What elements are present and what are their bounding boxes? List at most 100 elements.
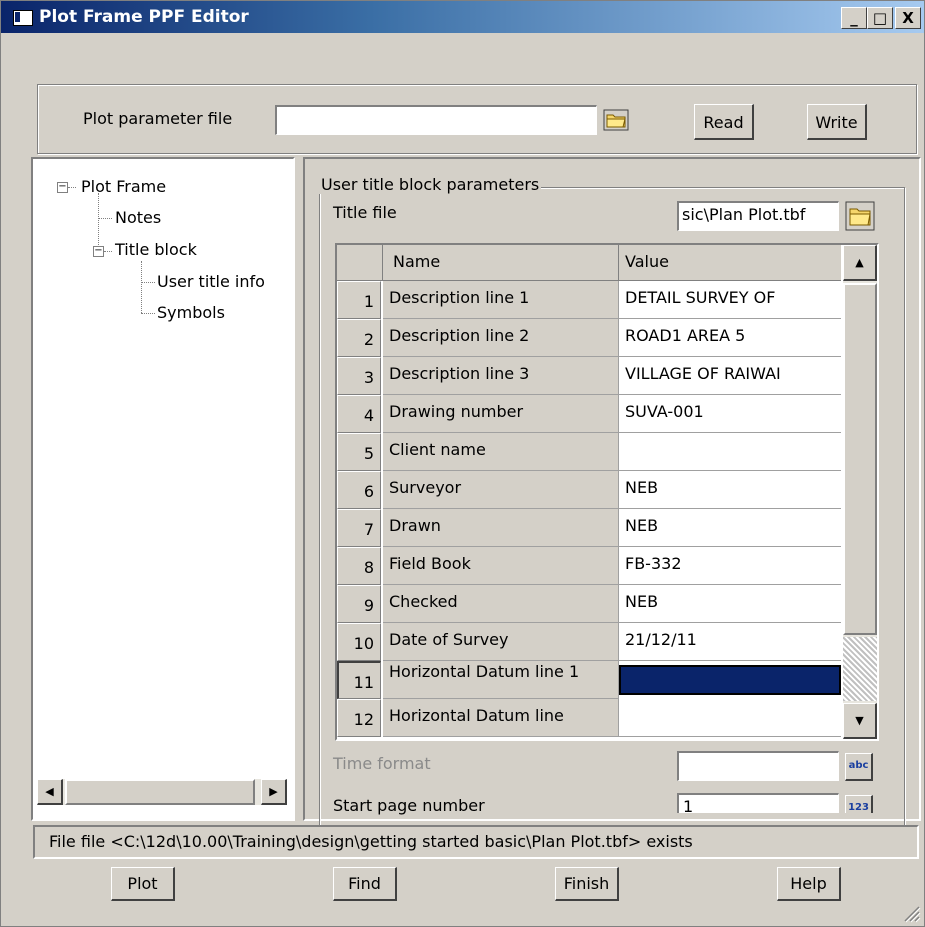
minimize-icon: _ <box>850 9 858 27</box>
row-number[interactable]: 8 <box>337 547 381 585</box>
minimize-button[interactable]: _ <box>841 7 867 29</box>
row-number[interactable]: 6 <box>337 471 381 509</box>
resize-grip-icon[interactable] <box>901 903 921 923</box>
row-number[interactable]: 12 <box>337 699 381 737</box>
tree-connector <box>98 218 112 219</box>
table-row[interactable]: 11 Horizontal Datum line 1 <box>337 661 841 699</box>
table-row[interactable]: 6 Surveyor NEB <box>337 471 841 509</box>
tree-connector <box>104 251 112 252</box>
cell-name: Surveyor <box>383 471 619 509</box>
parameter-grid: Name Value 1 Description line 1 DETAIL SUR… <box>337 245 877 739</box>
row-number[interactable]: 10 <box>337 623 381 661</box>
tree-connector <box>141 282 155 283</box>
cell-name: Field Book <box>383 547 619 585</box>
cell-name: Drawing number <box>383 395 619 433</box>
grid-rows: 1 Description line 1 DETAIL SURVEY OF 2 Desc… <box>337 245 841 739</box>
row-number[interactable]: 5 <box>337 433 381 471</box>
maximize-icon: □ <box>872 9 888 27</box>
row-number[interactable]: 2 <box>337 319 381 357</box>
text-format-icon[interactable]: abc <box>845 753 873 781</box>
number-format-icon[interactable]: 123 <box>845 795 873 813</box>
scroll-track[interactable] <box>843 637 877 701</box>
table-row[interactable]: 2 Description line 2 ROAD1 AREA 5 <box>337 319 841 357</box>
row-number[interactable]: 3 <box>337 357 381 395</box>
plot-button[interactable]: Plot <box>111 867 175 901</box>
cell-name: Description line 3 <box>383 357 619 395</box>
collapse-icon[interactable]: − <box>57 182 68 193</box>
tree-horizontal-scrollbar[interactable]: ◀ ▶ <box>37 779 287 805</box>
folder-icon[interactable] <box>603 109 629 131</box>
cell-name: Horizontal Datum line 1 <box>383 661 619 699</box>
read-button[interactable]: Read <box>694 104 754 140</box>
title-file-input[interactable]: sic\Plan Plot.tbf <box>677 201 839 231</box>
row-number[interactable]: 7 <box>337 509 381 547</box>
tree-view: − Plot Frame Notes − Title block User ti… <box>35 161 291 777</box>
maximize-button[interactable]: □ <box>867 7 893 29</box>
start-page-label: Start page number <box>333 796 485 815</box>
window-title: Plot Frame PPF Editor <box>39 7 249 27</box>
cell-name: Description line 2 <box>383 319 619 357</box>
scroll-thumb[interactable] <box>843 283 877 635</box>
tree-connector <box>98 193 99 253</box>
tree-item-symbols[interactable]: Symbols <box>157 303 225 322</box>
table-row[interactable]: 12 Horizontal Datum line <box>337 699 841 737</box>
ppf-input[interactable] <box>275 105 597 135</box>
cell-value[interactable]: ROAD1 AREA 5 <box>619 319 841 357</box>
find-button[interactable]: Find <box>333 867 397 901</box>
status-message: File file <C:\12d\10.00\Training\design\… <box>33 825 919 859</box>
finish-button[interactable]: Finish <box>555 867 619 901</box>
time-format-input[interactable] <box>677 751 839 781</box>
start-page-input[interactable]: 1 <box>677 793 839 813</box>
cell-value[interactable]: SUVA-001 <box>619 395 841 433</box>
app-icon <box>13 10 33 26</box>
cell-name: Checked <box>383 585 619 623</box>
tree-item-title-block[interactable]: Title block <box>115 240 197 259</box>
cell-value[interactable]: FB-332 <box>619 547 841 585</box>
start-page-icon-clip: 123 <box>845 795 873 813</box>
collapse-icon[interactable]: − <box>93 246 104 257</box>
scroll-left-icon[interactable]: ◀ <box>37 779 63 805</box>
cell-value[interactable]: NEB <box>619 585 841 623</box>
cell-value[interactable]: NEB <box>619 509 841 547</box>
grid-vertical-scrollbar[interactable]: ▲ ▼ <box>843 245 877 739</box>
scroll-thumb[interactable] <box>65 779 255 805</box>
cell-value[interactable] <box>619 433 841 471</box>
table-row[interactable]: 3 Description line 3 VILLAGE OF RAIWAI <box>337 357 841 395</box>
cell-value[interactable] <box>619 665 841 695</box>
table-row[interactable]: 9 Checked NEB <box>337 585 841 623</box>
cell-value[interactable]: DETAIL SURVEY OF <box>619 281 841 319</box>
cell-value[interactable] <box>619 699 841 737</box>
scroll-down-icon[interactable]: ▼ <box>843 703 877 739</box>
table-row[interactable]: 5 Client name <box>337 433 841 471</box>
time-format-label: Time format <box>333 754 431 773</box>
cell-value[interactable]: VILLAGE OF RAIWAI <box>619 357 841 395</box>
tree-item-plot-frame[interactable]: Plot Frame <box>81 177 166 196</box>
table-row[interactable]: 1 Description line 1 DETAIL SURVEY OF <box>337 281 841 319</box>
table-row[interactable]: 8 Field Book FB-332 <box>337 547 841 585</box>
table-row[interactable]: 4 Drawing number SUVA-001 <box>337 395 841 433</box>
row-number[interactable]: 4 <box>337 395 381 433</box>
scroll-up-icon[interactable]: ▲ <box>843 245 877 281</box>
group-label: User title block parameters <box>319 175 542 194</box>
close-button[interactable]: X <box>895 7 921 29</box>
tree-connector <box>68 187 76 188</box>
cell-value[interactable]: 21/12/11 <box>619 623 841 661</box>
cell-name: Client name <box>383 433 619 471</box>
help-button[interactable]: Help <box>777 867 841 901</box>
tree-item-notes[interactable]: Notes <box>115 208 161 227</box>
scroll-right-icon[interactable]: ▶ <box>261 779 287 805</box>
write-button[interactable]: Write <box>807 104 867 140</box>
table-row[interactable]: 10 Date of Survey 21/12/11 <box>337 623 841 661</box>
start-page-clip: 1 <box>677 793 839 813</box>
cell-name: Drawn <box>383 509 619 547</box>
tree-connector <box>141 313 155 314</box>
row-number[interactable]: 11 <box>337 661 381 699</box>
close-icon: X <box>902 9 914 27</box>
row-number[interactable]: 1 <box>337 281 381 319</box>
title-bar[interactable]: Plot Frame PPF Editor _ □ X <box>1 1 924 33</box>
table-row[interactable]: 7 Drawn NEB <box>337 509 841 547</box>
folder-icon[interactable] <box>845 201 875 231</box>
cell-value[interactable]: NEB <box>619 471 841 509</box>
row-number[interactable]: 9 <box>337 585 381 623</box>
tree-item-user-title-info[interactable]: User title info <box>157 272 265 291</box>
